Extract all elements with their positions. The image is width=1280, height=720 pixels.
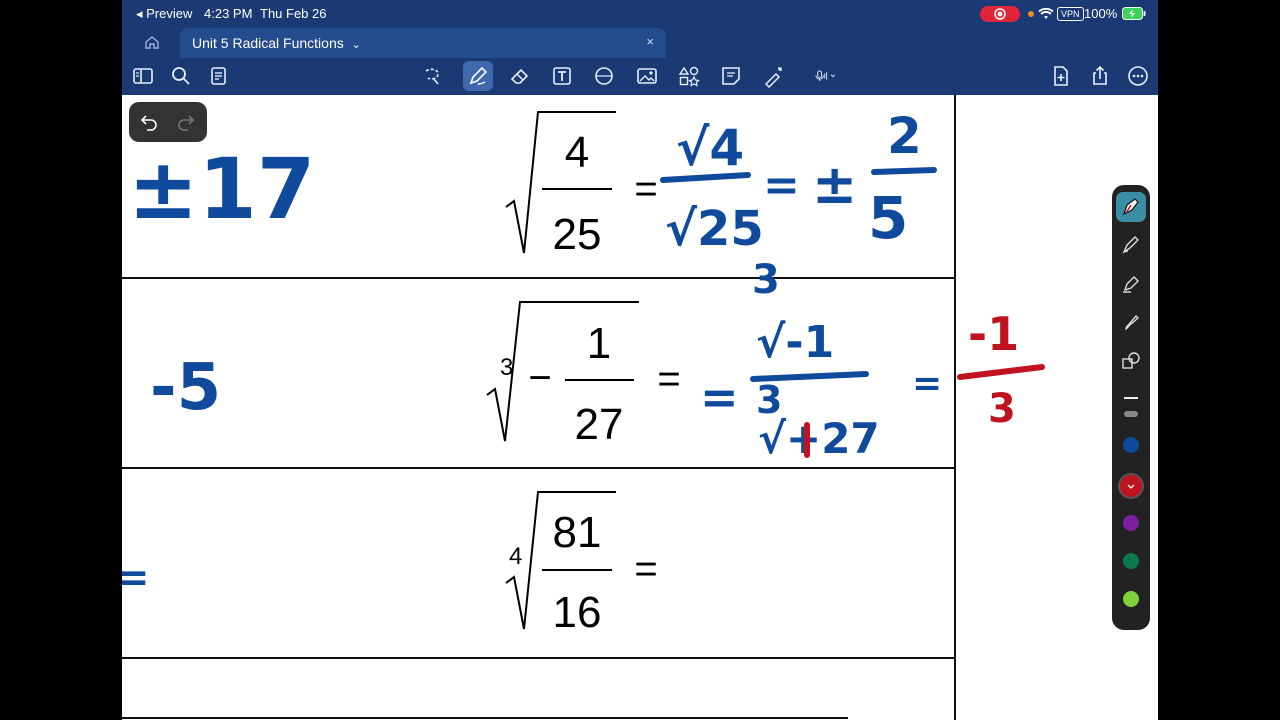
ink-red-3: 3 <box>988 386 1016 432</box>
ballpoint-pen-icon[interactable] <box>1119 233 1143 257</box>
color-lime[interactable] <box>1123 591 1139 607</box>
battery-charging-icon <box>1122 7 1146 20</box>
chevron-down-icon[interactable]: ⌄ <box>352 39 361 51</box>
ink-minus-5: -5 <box>150 351 221 425</box>
screen-recording-indicator[interactable] <box>980 6 1020 22</box>
orange-privacy-dot <box>1028 11 1034 17</box>
close-tab-icon[interactable]: × <box>646 34 654 49</box>
back-to-app-link[interactable]: ◂ Preview <box>136 6 192 22</box>
ink-sqrt-25: √25 <box>665 201 764 257</box>
pen-palette <box>1112 185 1150 630</box>
tab-title-text: Unit 5 Radical Functions <box>192 35 344 51</box>
shape-icon[interactable] <box>592 64 616 88</box>
text-icon[interactable] <box>550 64 574 88</box>
chevron-down-icon <box>1127 484 1135 489</box>
ink-red-neg-1: -1 <box>968 307 1019 361</box>
ink-equals: = <box>763 160 800 211</box>
share-icon[interactable] <box>1088 64 1112 88</box>
search-icon[interactable] <box>169 64 193 88</box>
ink-cuberoot-neg-1: √-1 <box>756 317 834 368</box>
top-bar: ◂ Preview 4:23 PM Thu Feb 26 VPN 100% Un… <box>122 0 1158 95</box>
highlighter-icon[interactable] <box>1119 272 1143 296</box>
ink-plus-minus: ± <box>812 153 857 216</box>
handwritten-ink: ±17 -5 = √4 √25 = ± 2 5 = 3 √-1 3 √+27 =… <box>122 107 1045 601</box>
color-green[interactable] <box>1123 553 1139 569</box>
add-page-icon[interactable] <box>1049 64 1073 88</box>
ink-sqrt-4: √4 <box>676 119 744 177</box>
sticky-note-icon[interactable] <box>719 64 743 88</box>
thickness-thick[interactable] <box>1124 411 1138 417</box>
wifi-icon <box>1038 8 1054 19</box>
undo-icon[interactable] <box>138 111 160 133</box>
microphone-icon[interactable] <box>814 64 852 88</box>
status-date: Thu Feb 26 <box>260 6 327 21</box>
document-icon[interactable] <box>207 64 231 88</box>
laser-pointer-icon[interactable] <box>762 64 786 88</box>
brush-icon[interactable] <box>1119 311 1143 335</box>
battery-percent: 100% <box>1084 6 1118 21</box>
ink-equals: = <box>700 370 739 424</box>
app-screen: ◂ Preview 4:23 PM Thu Feb 26 VPN 100% Un… <box>122 0 1158 720</box>
elements-icon[interactable] <box>677 64 701 88</box>
ink-pm-17: ±17 <box>128 140 315 238</box>
home-icon[interactable] <box>144 34 160 50</box>
ink-fraction-bar <box>871 167 937 175</box>
sidebar-icon[interactable] <box>131 64 155 88</box>
color-blue[interactable] <box>1123 437 1139 453</box>
more-icon[interactable] <box>1126 64 1150 88</box>
ink-5: 5 <box>868 184 908 252</box>
ink-cuberoot-27: √+27 <box>758 414 880 463</box>
image-icon[interactable] <box>635 64 659 88</box>
ink-red-fraction-bar <box>957 364 1045 380</box>
lasso-icon[interactable] <box>420 64 444 88</box>
record-icon <box>994 8 1006 20</box>
worksheet-page[interactable]: 4 25 = 3 − 1 27 = 4 81 16 = ±17 -5 = √4 … <box>122 95 1158 720</box>
color-purple[interactable] <box>1123 515 1139 531</box>
eraser-icon[interactable] <box>508 64 532 88</box>
redo-icon[interactable] <box>175 111 197 133</box>
undo-redo-pill <box>129 102 207 142</box>
ink-equals: = <box>912 363 942 404</box>
thickness-thin[interactable] <box>1124 397 1138 399</box>
vpn-badge: VPN <box>1057 7 1084 21</box>
tab-unit-5[interactable]: Unit 5 Radical Functions ⌄ × <box>180 28 666 58</box>
color-red-selected[interactable] <box>1120 475 1142 497</box>
tab-title: Unit 5 Radical Functions ⌄ <box>192 35 361 51</box>
ink-index-3: 3 <box>752 257 780 303</box>
pen-icon[interactable] <box>463 61 493 91</box>
ink-2: 2 <box>887 107 922 165</box>
status-time: 4:23 PM <box>204 6 253 21</box>
ink-equals: = <box>122 555 150 601</box>
shape-pen-icon[interactable] <box>1119 349 1143 373</box>
fountain-pen-icon[interactable] <box>1116 192 1146 222</box>
